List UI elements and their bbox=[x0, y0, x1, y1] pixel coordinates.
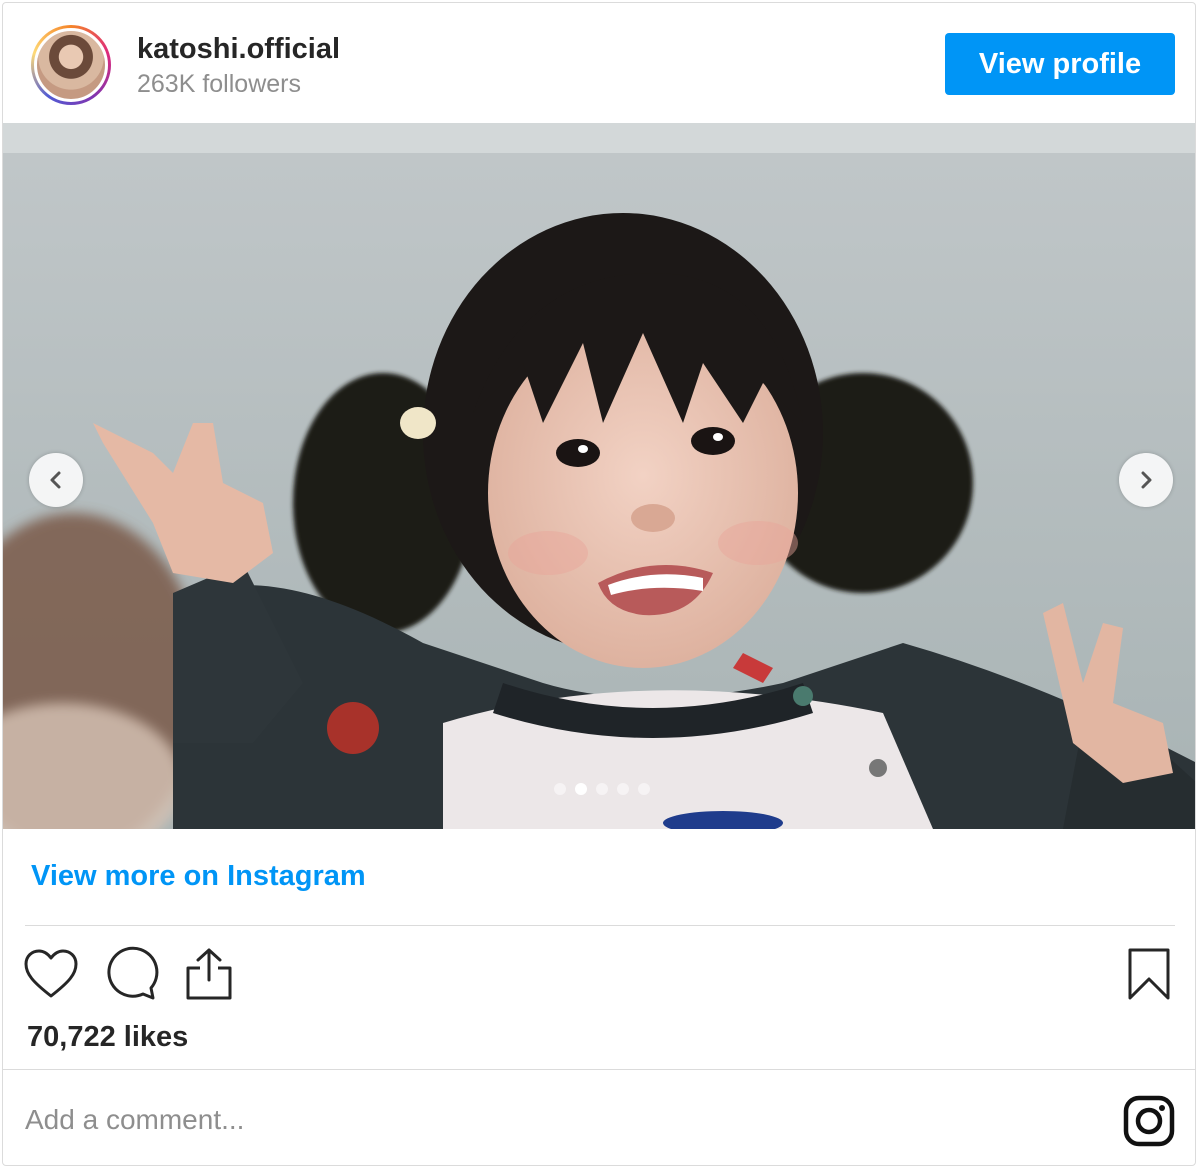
comment-button[interactable] bbox=[101, 943, 161, 1005]
like-button[interactable] bbox=[21, 943, 81, 1005]
carousel-next-button[interactable] bbox=[1119, 453, 1173, 507]
instagram-embed: katoshi.official 263K followers View pro… bbox=[2, 2, 1196, 1166]
instagram-icon bbox=[1123, 1095, 1175, 1147]
like-count: 70,722 likes bbox=[27, 1021, 189, 1053]
view-profile-button[interactable]: View profile bbox=[945, 33, 1175, 95]
carousel-dot bbox=[554, 783, 566, 795]
carousel-dot bbox=[617, 783, 629, 795]
share-button[interactable] bbox=[179, 943, 239, 1005]
comment-input[interactable] bbox=[25, 1095, 1085, 1145]
divider bbox=[3, 1069, 1195, 1070]
view-more-link[interactable]: View more on Instagram bbox=[31, 860, 366, 893]
chevron-left-icon bbox=[50, 471, 61, 489]
carousel-dot bbox=[596, 783, 608, 795]
username[interactable]: katoshi.official bbox=[137, 33, 340, 66]
follower-count: 263K followers bbox=[137, 70, 301, 98]
heart-icon bbox=[24, 949, 78, 998]
chevron-right-icon bbox=[1141, 471, 1152, 489]
divider bbox=[25, 925, 1175, 926]
photo-illustration bbox=[3, 123, 1195, 829]
action-bar bbox=[3, 943, 1195, 1005]
carousel-prev-button[interactable] bbox=[29, 453, 83, 507]
save-button[interactable] bbox=[1119, 943, 1179, 1005]
comment-icon bbox=[107, 946, 159, 1000]
avatar-image bbox=[34, 28, 108, 102]
share-icon bbox=[186, 948, 232, 1000]
carousel-dot-active bbox=[575, 783, 587, 795]
avatar[interactable] bbox=[31, 25, 111, 105]
post-header: katoshi.official 263K followers View pro… bbox=[3, 3, 1195, 123]
post-photo[interactable] bbox=[3, 123, 1195, 829]
bookmark-icon bbox=[1128, 948, 1170, 1000]
instagram-logo-link[interactable] bbox=[1121, 1093, 1177, 1149]
carousel-dot bbox=[638, 783, 650, 795]
carousel-indicator bbox=[3, 783, 1195, 795]
